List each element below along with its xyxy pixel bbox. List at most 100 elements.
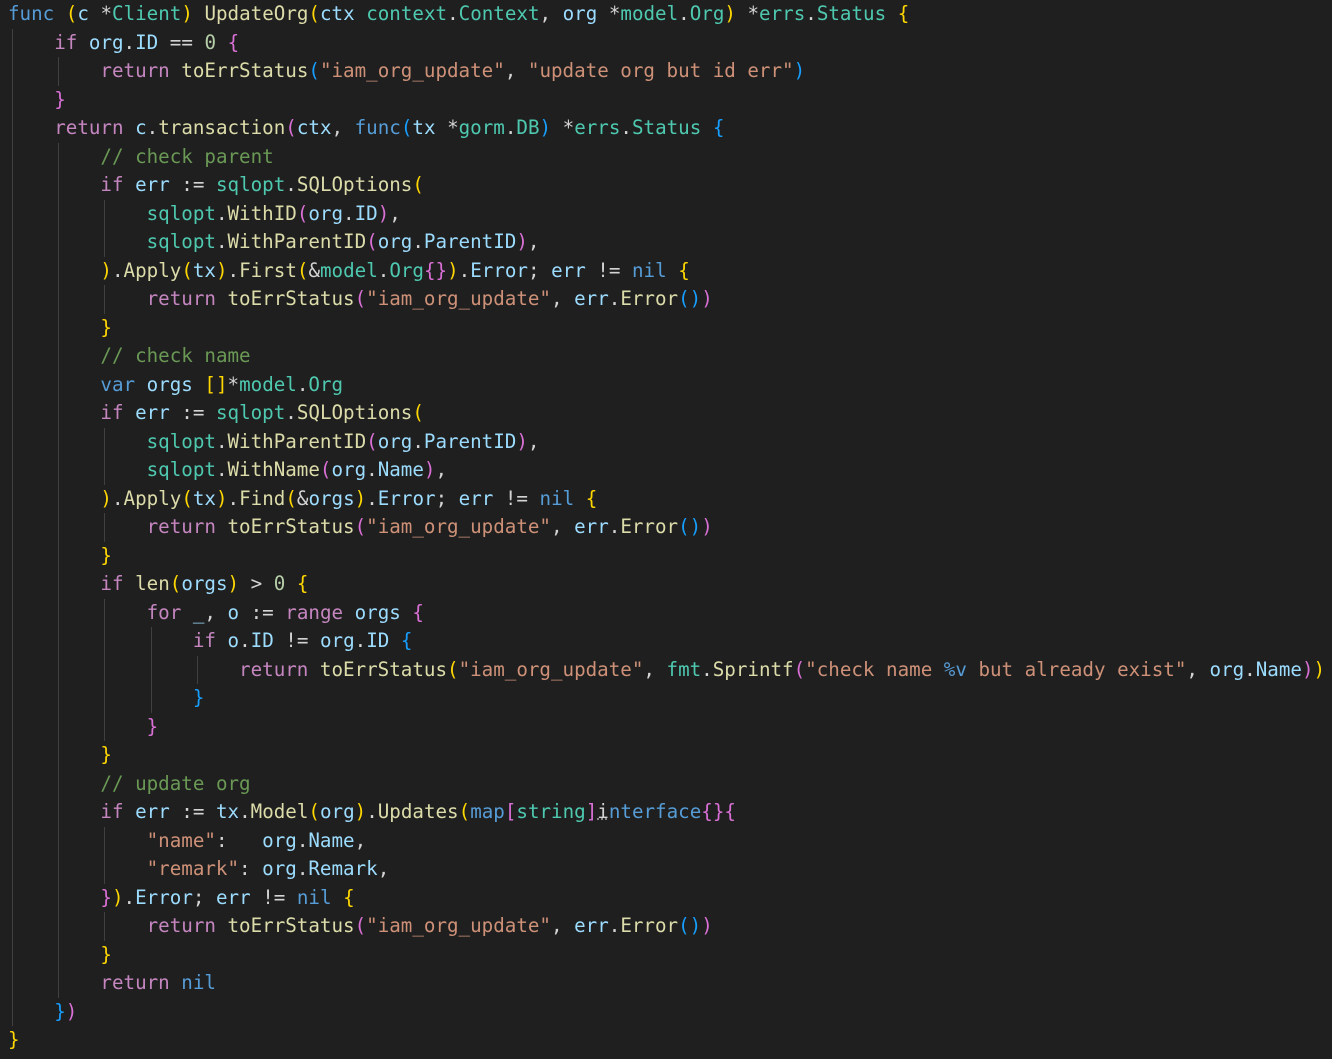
code-line[interactable]: }).Error; err != nil { (8, 884, 354, 913)
code-line[interactable]: }) (8, 998, 77, 1027)
code-line[interactable]: if o.ID != org.ID { (8, 627, 413, 656)
bracket: } (192, 686, 205, 709)
code-line[interactable]: } (8, 741, 112, 770)
string-literal: "name" (146, 828, 216, 852)
punctuation (8, 943, 100, 966)
punctuation (193, 373, 205, 396)
code-line[interactable]: sqlopt.WithID(org.ID), (8, 200, 401, 229)
identifier: err (135, 800, 170, 823)
code-line[interactable]: if org.ID == 0 { (8, 29, 239, 58)
code-line[interactable]: } (8, 1026, 20, 1055)
punctuation (8, 857, 147, 880)
identifier: c (135, 116, 147, 139)
function-name: SQLOptions (296, 401, 413, 424)
code-line[interactable]: return toErrStatus("iam_org_update", "up… (8, 57, 805, 86)
code-line[interactable]: "remark": org.Remark, (8, 855, 390, 884)
bracket: ( (308, 800, 320, 823)
punctuation: , (527, 429, 540, 453)
code-line[interactable]: return toErrStatus("iam_org_update", fmt… (8, 656, 1325, 685)
code-line[interactable]: func (c *Client) UpdateOrg(ctx context.C… (8, 0, 909, 29)
code-line[interactable]: if err := sqlopt.SQLOptions( (8, 399, 424, 428)
type-name: sqlopt (146, 429, 216, 453)
bracket: ( (285, 486, 297, 510)
code-line[interactable]: sqlopt.WithParentID(org.ParentID), (8, 428, 540, 457)
function-name: toErrStatus (319, 657, 447, 681)
code-line[interactable]: // check parent (8, 143, 273, 172)
type-name: fmt (666, 657, 702, 681)
punctuation (193, 2, 205, 25)
code-line[interactable]: for _, o := range orgs { (8, 599, 424, 628)
code-line[interactable]: } (8, 86, 66, 115)
punctuation (8, 544, 100, 567)
identifier: org (1209, 657, 1245, 681)
punctuation: . (354, 629, 367, 652)
punctuation: * (735, 2, 760, 25)
punctuation: . (296, 372, 309, 396)
punctuation (8, 686, 193, 709)
code-line[interactable]: } (8, 542, 112, 571)
bracket: ) (516, 230, 528, 253)
code-line[interactable]: ).Apply(tx).First(&model.Org{}).Error; e… (8, 257, 689, 286)
punctuation: ; (192, 885, 216, 909)
punctuation: . (296, 857, 309, 880)
type-name: Org (308, 372, 344, 396)
identifier: ID (135, 30, 159, 54)
code-line[interactable]: return c.transaction(ctx, func(tx *gorm.… (8, 114, 724, 143)
type-name: sqlopt (146, 230, 216, 253)
punctuation: . (215, 429, 228, 453)
code-line[interactable]: } (8, 713, 159, 742)
bracket: ( (354, 287, 367, 310)
code-line[interactable]: "name": org.Name, (8, 827, 367, 856)
code-line[interactable]: return toErrStatus("iam_org_update", err… (8, 285, 713, 314)
bracket: [] (204, 372, 228, 396)
punctuation (8, 259, 100, 282)
code-line[interactable]: if len(orgs) > 0 { (8, 570, 308, 599)
identifier: orgs (181, 572, 228, 595)
identifier: ParentID (423, 429, 517, 453)
comment: // update org (100, 771, 251, 795)
punctuation: . (343, 201, 355, 225)
punctuation: : (239, 857, 263, 880)
punctuation: . (366, 800, 378, 823)
punctuation: != (493, 486, 540, 510)
punctuation: , (331, 116, 355, 139)
code-line[interactable]: return nil (8, 969, 216, 998)
bracket: ) (354, 486, 367, 510)
code-line[interactable]: } (8, 684, 205, 713)
code-line[interactable]: ).Apply(tx).Find(&orgs).Error; err != ni… (8, 485, 597, 514)
function-name: len (135, 572, 170, 595)
type-name: sqlopt (215, 173, 286, 196)
code-line[interactable]: sqlopt.WithParentID(org.ParentID), (8, 228, 540, 257)
control-keyword: if (100, 800, 124, 823)
punctuation: . (412, 429, 424, 453)
punctuation (8, 601, 147, 624)
punctuation: . (227, 486, 240, 510)
function-name: toErrStatus (181, 59, 309, 82)
bracket: () (678, 914, 702, 937)
code-line[interactable]: } (8, 314, 112, 343)
code-line[interactable]: var orgs []*model.Org (8, 371, 343, 400)
code-line[interactable]: // check name (8, 342, 250, 371)
bracket: ) (1301, 657, 1314, 681)
bracket: {} (701, 800, 725, 823)
bracket: ( (169, 572, 182, 595)
punctuation (8, 658, 239, 681)
function-name: SQLOptions (296, 173, 413, 196)
code-editor[interactable]: func (c *Client) UpdateOrg(ctx context.C… (0, 0, 1332, 1059)
code-line[interactable]: if err := sqlopt.SQLOptions( (8, 171, 424, 200)
code-line[interactable]: } (8, 941, 112, 970)
code-line[interactable]: return toErrStatus("iam_org_update", err… (8, 513, 713, 542)
code-line[interactable]: sqlopt.WithName(org.Name), (8, 456, 447, 485)
code-line[interactable]: // update org (8, 770, 251, 799)
control-keyword: return (54, 116, 124, 139)
punctuation: , (539, 2, 563, 25)
bracket: } (8, 1028, 20, 1051)
type-name: context (366, 2, 448, 25)
punctuation (8, 145, 100, 168)
code-line[interactable]: if err := tx.Model(org).Updates(map[stri… (8, 798, 736, 827)
punctuation: , (550, 515, 575, 538)
code-line[interactable]: return toErrStatus("iam_org_update", err… (8, 912, 713, 941)
function-name: transaction (158, 116, 286, 139)
punctuation (8, 173, 100, 196)
function-name: UpdateOrg (204, 2, 309, 25)
